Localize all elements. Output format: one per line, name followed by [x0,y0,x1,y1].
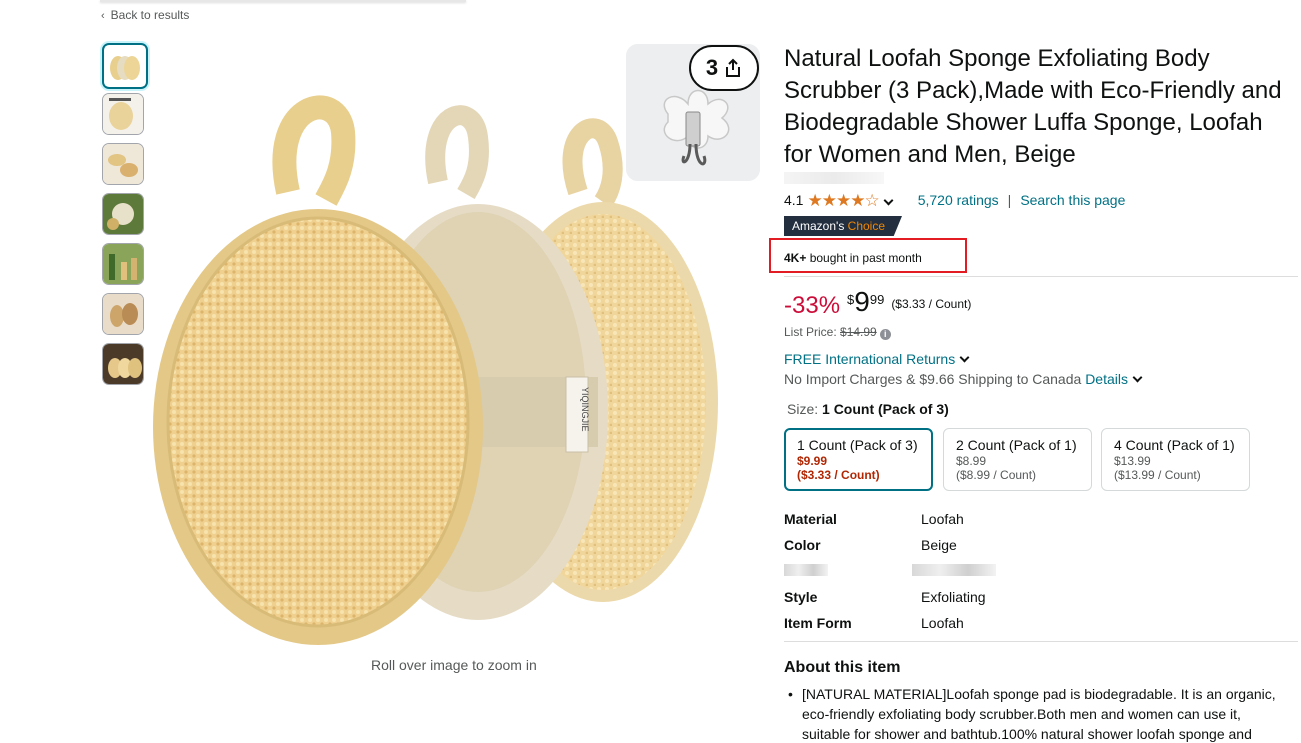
bought-count: 4K+ [784,251,807,265]
product-title: Natural Loofah Sponge Exfoliating Body S… [784,45,1282,168]
thumbnail-5[interactable] [102,243,144,285]
size-option-title: 1 Count (Pack of 3) [797,437,918,453]
badge-highlight: Choice [847,219,886,233]
spec-value: Exfoliating [921,589,986,605]
rating-stars[interactable]: ★ ★ ★ ★ ☆ [807,190,879,210]
ratings-separator: | [1007,192,1012,208]
about-bullets: [NATURAL MATERIAL]Loofah sponge pad is b… [784,684,1284,743]
divider [784,641,1298,642]
star-icon: ★ [821,190,837,210]
share-count: 3 [705,55,719,80]
size-selected: 1 Count (Pack of 3) [822,401,949,417]
spec-value: Beige [921,537,957,553]
spec-value: Loofah [921,615,964,631]
star-icon: ★ [835,190,851,210]
redacted-key [784,564,828,576]
list-price: List Price: $14.99 i [784,325,891,340]
redacted-value [912,564,996,576]
spec-key: Style [784,589,818,605]
price-currency: $ [847,292,855,307]
shipping-details-link[interactable]: Details [1085,371,1128,387]
list-price-label: List Price: [784,325,841,339]
brand-store-link[interactable] [784,172,884,184]
thumbnail-7[interactable] [102,343,144,385]
chevron-left-icon: ‹ [101,10,105,22]
price-per-unit: ($3.33 / Count) [891,297,972,311]
badge-prefix: Amazon's [792,219,848,233]
thumbnail-4[interactable] [102,193,144,235]
bought-label: bought in past month [806,251,922,265]
divider [784,276,1298,277]
product-tag-text: YIQINGJIE [580,387,590,432]
spec-value: Loofah [921,511,964,527]
share-icon [726,58,741,77]
thumbnail-strip [102,43,148,393]
rating-row: 4.1 ★ ★ ★ ★ ☆ 5,720 ratings | Search this pa… [784,190,1125,210]
size-label: Size: 1 Count (Pack of 3) [787,401,949,417]
about-heading: About this item [784,659,901,676]
size-option-price: $13.99 [1114,454,1151,468]
size-option-price: $8.99 [956,454,987,468]
size-option-unit: ($13.99 / Count) [1114,468,1201,482]
size-option-1[interactable]: 1 Count (Pack of 3) $9.99 ($3.33 / Count… [784,428,933,491]
size-option-unit: ($8.99 / Count) [956,468,1037,482]
back-to-results-link[interactable]: ‹ Back to results [101,8,189,22]
size-option-2[interactable]: 2 Count (Pack of 1) $8.99 ($8.99 / Count… [943,428,1092,491]
star-icon: ★ [850,190,865,210]
ratings-count-link[interactable]: 5,720 ratings [918,192,999,208]
thumbnail-3[interactable] [102,143,144,185]
top-divider [100,0,466,2]
bought-past-month: 4K+ bought in past month [784,251,922,265]
price-dollars: 9 [854,286,870,317]
search-this-page-link[interactable]: Search this page [1020,192,1125,208]
chevron-down-icon [959,352,970,363]
spec-key: Color [784,537,821,553]
size-option-title: 4 Count (Pack of 1) [1114,437,1235,453]
price-block: -33% $ 9 99 ($3.33 / Count) [784,287,971,320]
size-option-unit: ($3.33 / Count) [797,468,880,482]
star-icon: ★ [807,190,822,210]
share-button[interactable]: 3 [689,45,759,91]
chevron-down-icon[interactable] [883,195,894,205]
about-bullet: [NATURAL MATERIAL]Loofah sponge pad is b… [784,684,1284,743]
zoom-hint: Roll over image to zoom in [371,657,537,673]
shipping-charges: No Import Charges & $9.66 Shipping to Ca… [784,371,1086,387]
size-option-title: 2 Count (Pack of 1) [956,437,1077,453]
star-outline-icon: ☆ [864,190,879,210]
thumbnail-6[interactable] [102,293,144,335]
list-price-value: $14.99 [840,325,877,339]
thumbnail-2[interactable] [102,93,144,135]
chevron-down-icon[interactable] [1132,372,1143,383]
back-to-results-label: Back to results [110,8,190,22]
size-label-text: Size: [787,401,823,417]
price-cents: 99 [869,292,885,307]
returns-label: FREE International Returns [784,351,956,367]
spec-key: Material [784,511,837,527]
rating-value: 4.1 [784,192,804,208]
amazons-choice-badge[interactable]: Amazon's Choice [784,216,902,236]
shipping-info: No Import Charges & $9.66 Shipping to Ca… [784,371,1143,387]
info-icon[interactable]: i [879,329,891,340]
spec-key: Item Form [784,615,852,631]
thumbnail-1[interactable] [102,43,148,89]
size-option-3[interactable]: 4 Count (Pack of 1) $13.99 ($13.99 / Cou… [1101,428,1250,491]
size-option-price: $9.99 [797,454,828,468]
discount-percent: -33% [784,292,841,319]
free-returns-link[interactable]: FREE International Returns [784,351,970,367]
